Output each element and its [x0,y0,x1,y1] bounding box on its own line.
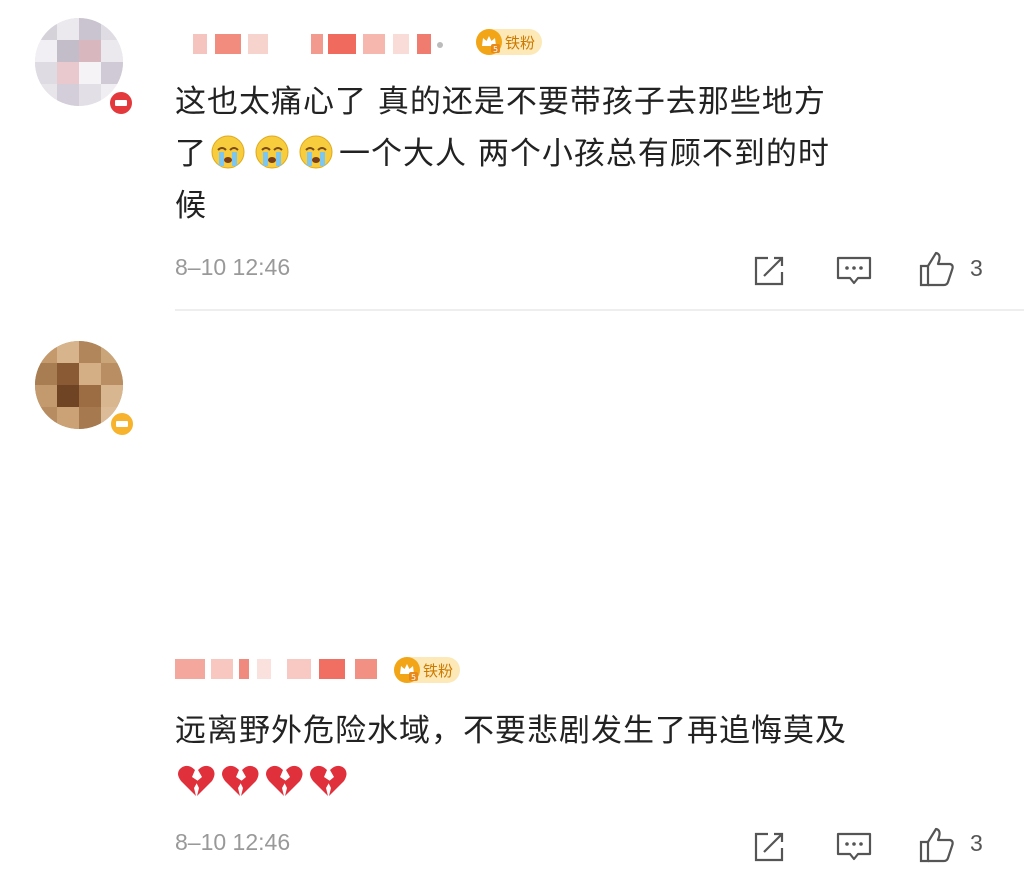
thumbs-up-icon [919,827,954,863]
comment-text-line: 候 [175,188,207,224]
broken-heart-emoji-icon [219,763,261,799]
avatar[interactable] [35,341,123,429]
share-icon [754,256,784,286]
svg-text:5: 5 [411,673,416,682]
timestamp: 8–10 12:46 [175,254,291,280]
like-count: 3 [970,830,983,856]
verified-badge-icon [108,90,134,116]
avatar[interactable] [35,18,123,106]
comment-text-line: 远离野外危险水域，不要悲剧发生了再追悔莫及 [175,713,847,749]
comment-item: 5 铁粉 远离野外危险水域，不要悲剧发生了再追悔莫及 8–10 12:46 3 [0,312,1024,863]
fan-badge-label: 铁粉 [423,661,454,680]
crying-emoji-icon [207,134,249,170]
username-blurred[interactable] [175,655,380,683]
broken-heart-emoji-icon [307,763,349,799]
comment-item: 5 铁粉 这也太痛心了 真的还是不要带孩子去那些地方 了一个大人 两个小孩总有顾… [0,0,1024,308]
thumbs-up-icon [919,251,954,287]
verified-badge-icon [109,411,135,437]
comment-text-line [175,757,975,809]
share-button[interactable] [750,826,790,866]
reply-button[interactable] [834,826,874,866]
comment-text: 这也太痛心了 真的还是不要带孩子去那些地方 了一个大人 两个小孩总有顾不到的时 … [175,76,975,232]
username-blurred[interactable] [193,30,443,58]
svg-text:5: 5 [493,45,498,54]
comment-text: 远离野外危险水域，不要悲剧发生了再追悔莫及 [175,705,975,809]
broken-heart-emoji-icon [263,763,305,799]
crying-emoji-icon [251,134,293,170]
like-button[interactable] [917,825,957,865]
share-icon [754,832,784,862]
comment-icon [836,832,872,861]
fan-badge: 5 铁粉 [394,657,461,683]
fan-badge-label: 铁粉 [505,33,536,52]
crown-icon: 5 [394,657,420,683]
share-button[interactable] [750,250,790,290]
reply-button[interactable] [834,250,874,290]
broken-heart-emoji-icon [175,763,217,799]
like-button[interactable] [917,249,957,289]
crown-icon: 5 [476,29,502,55]
like-count: 3 [970,255,983,281]
comment-icon [836,256,872,285]
comment-text-line: 这也太痛心了 真的还是不要带孩子去那些地方 [175,84,826,120]
divider [175,309,1024,311]
fan-badge: 5 铁粉 [476,29,543,55]
timestamp: 8–10 12:46 [175,829,291,855]
crying-emoji-icon [295,134,337,170]
comment-text-line: 了一个大人 两个小孩总有顾不到的时 [175,134,830,172]
